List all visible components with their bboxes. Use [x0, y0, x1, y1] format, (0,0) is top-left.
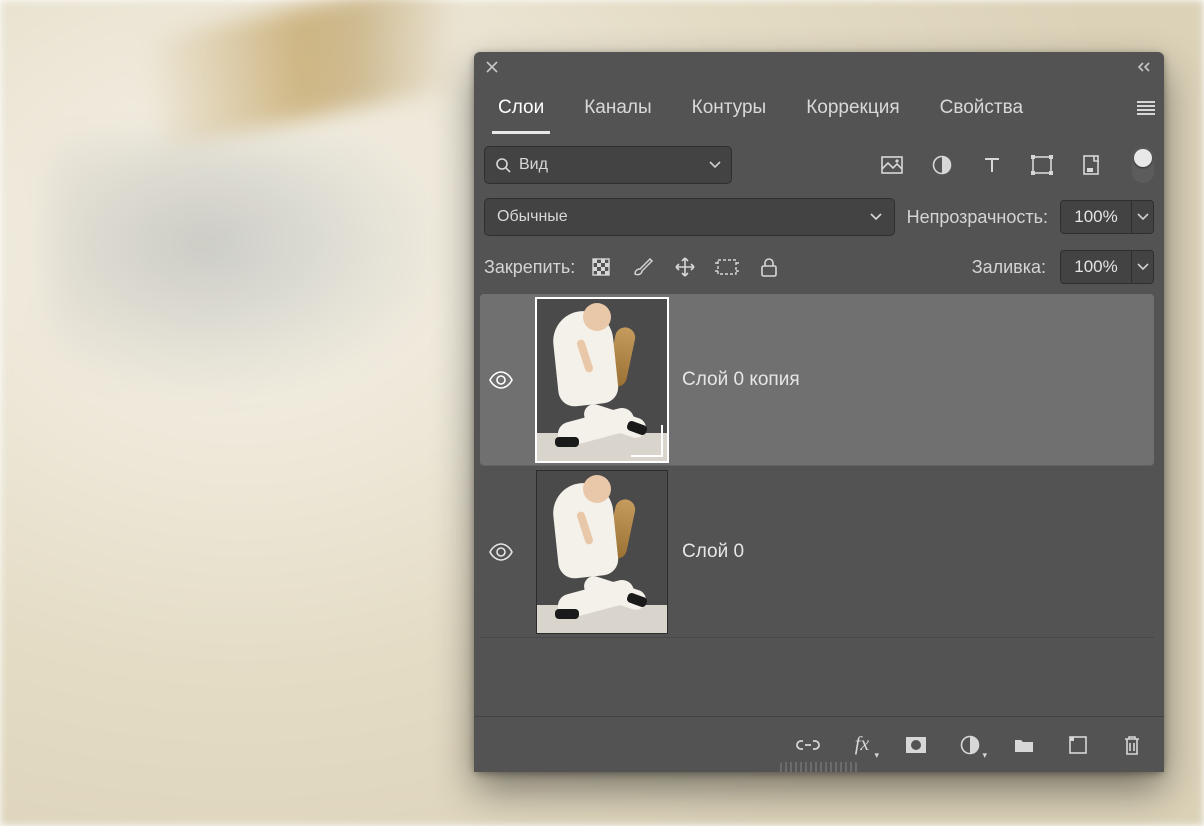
lock-artboard-button[interactable] [715, 255, 739, 279]
artboard-icon [715, 257, 739, 277]
spacer [1043, 82, 1128, 134]
toggle-knob [1134, 149, 1152, 167]
link-icon [796, 738, 820, 752]
tab-properties[interactable]: Свойства [920, 82, 1043, 134]
filter-row: Вид [474, 134, 1164, 192]
lock-label: Закрепить: [484, 257, 575, 278]
panel-tabs: Слои Каналы Контуры Коррекция Свойства [474, 82, 1164, 134]
opacity-value: 100% [1074, 207, 1117, 227]
lock-icons [589, 255, 781, 279]
panel-menu-button[interactable] [1128, 82, 1164, 134]
eye-icon [488, 543, 514, 561]
fx-icon: fx [855, 733, 869, 756]
opacity-input[interactable]: 100% [1060, 200, 1132, 234]
blend-row: Обычные Непрозрачность: 100% [474, 192, 1164, 242]
layer-filter-select[interactable]: Вид [484, 146, 732, 184]
fill-input-group: 100% [1060, 250, 1154, 284]
layer-mask-button[interactable] [904, 733, 928, 757]
panel-topbar [474, 52, 1164, 82]
filter-shape-icon[interactable] [1030, 153, 1054, 177]
fill-dropdown[interactable] [1132, 250, 1154, 284]
collapse-icon [1136, 61, 1154, 73]
filter-type-icon[interactable] [980, 153, 1004, 177]
layers-panel: Слои Каналы Контуры Коррекция Свойства В… [474, 52, 1164, 772]
trash-icon [1123, 734, 1141, 756]
layer-thumbnail[interactable] [536, 470, 668, 634]
tab-channels[interactable]: Каналы [564, 82, 671, 134]
tab-adjustments[interactable]: Коррекция [786, 82, 919, 134]
layer-name[interactable]: Слой 0 копия [682, 369, 800, 391]
fill-value: 100% [1074, 257, 1117, 277]
filter-smartobject-icon[interactable] [1080, 153, 1104, 177]
collapse-panel-button[interactable] [1134, 57, 1156, 77]
chevron-down-icon [870, 213, 882, 221]
opacity-input-group: 100% [1060, 200, 1154, 234]
adjustment-icon [960, 735, 980, 755]
filter-pixel-icon[interactable] [880, 153, 904, 177]
layer-row[interactable]: Слой 0 копия [480, 294, 1154, 466]
lock-row: Закрепить: Заливка: 100% [474, 242, 1164, 294]
layer-style-button[interactable]: fx ▾ [850, 733, 874, 757]
chevron-down-icon [1137, 213, 1149, 221]
chevron-down-icon [1137, 263, 1149, 271]
tab-label: Контуры [692, 97, 767, 119]
folder-icon [1013, 736, 1035, 754]
eye-icon [488, 371, 514, 389]
new-layer-button[interactable] [1066, 733, 1090, 757]
chevron-down-icon [709, 161, 721, 169]
thumbnail-image [537, 471, 667, 633]
close-panel-button[interactable] [482, 57, 502, 77]
tab-label: Свойства [940, 97, 1023, 119]
layer-name[interactable]: Слой 0 [682, 541, 744, 563]
lock-image-button[interactable] [631, 255, 655, 279]
layer-row[interactable]: Слой 0 [480, 466, 1154, 638]
panel-resize-grip[interactable] [780, 762, 858, 772]
lock-pixels-button[interactable] [589, 255, 613, 279]
search-icon [495, 157, 511, 173]
group-button[interactable] [1012, 733, 1036, 757]
layer-thumbnail[interactable] [536, 298, 668, 462]
tab-paths[interactable]: Контуры [672, 82, 787, 134]
move-icon [674, 256, 696, 278]
mask-icon [905, 736, 927, 754]
lock-pixels-icon [591, 257, 611, 277]
tab-label: Коррекция [806, 97, 899, 119]
fill-input[interactable]: 100% [1060, 250, 1132, 284]
tab-label: Слои [498, 97, 544, 119]
filter-toggle[interactable] [1132, 147, 1154, 183]
filter-label: Вид [519, 156, 548, 174]
opacity-label: Непрозрачность: [907, 207, 1048, 228]
brush-icon [632, 257, 654, 277]
link-layers-button[interactable] [796, 733, 820, 757]
adjustment-layer-button[interactable]: ▾ [958, 733, 982, 757]
visibility-cell [480, 543, 522, 561]
lock-position-button[interactable] [673, 255, 697, 279]
opacity-dropdown[interactable] [1132, 200, 1154, 234]
tab-layers[interactable]: Слои [478, 82, 564, 134]
blend-mode-label: Обычные [497, 208, 568, 226]
lock-all-button[interactable] [757, 255, 781, 279]
new-layer-icon [1068, 735, 1088, 755]
fill-label: Заливка: [972, 257, 1046, 278]
delete-layer-button[interactable] [1120, 733, 1144, 757]
tab-label: Каналы [584, 97, 651, 119]
close-icon [486, 61, 498, 73]
filter-adjustment-icon[interactable] [930, 153, 954, 177]
visibility-toggle[interactable] [488, 543, 514, 561]
layers-list: Слой 0 копия Слой 0 [474, 294, 1164, 716]
visibility-toggle[interactable] [488, 371, 514, 389]
menu-icon [1137, 101, 1155, 115]
thumbnail-image [537, 299, 667, 461]
filter-type-icons [880, 153, 1104, 177]
visibility-cell [480, 371, 522, 389]
blend-mode-select[interactable]: Обычные [484, 198, 895, 236]
lock-icon [760, 257, 778, 277]
